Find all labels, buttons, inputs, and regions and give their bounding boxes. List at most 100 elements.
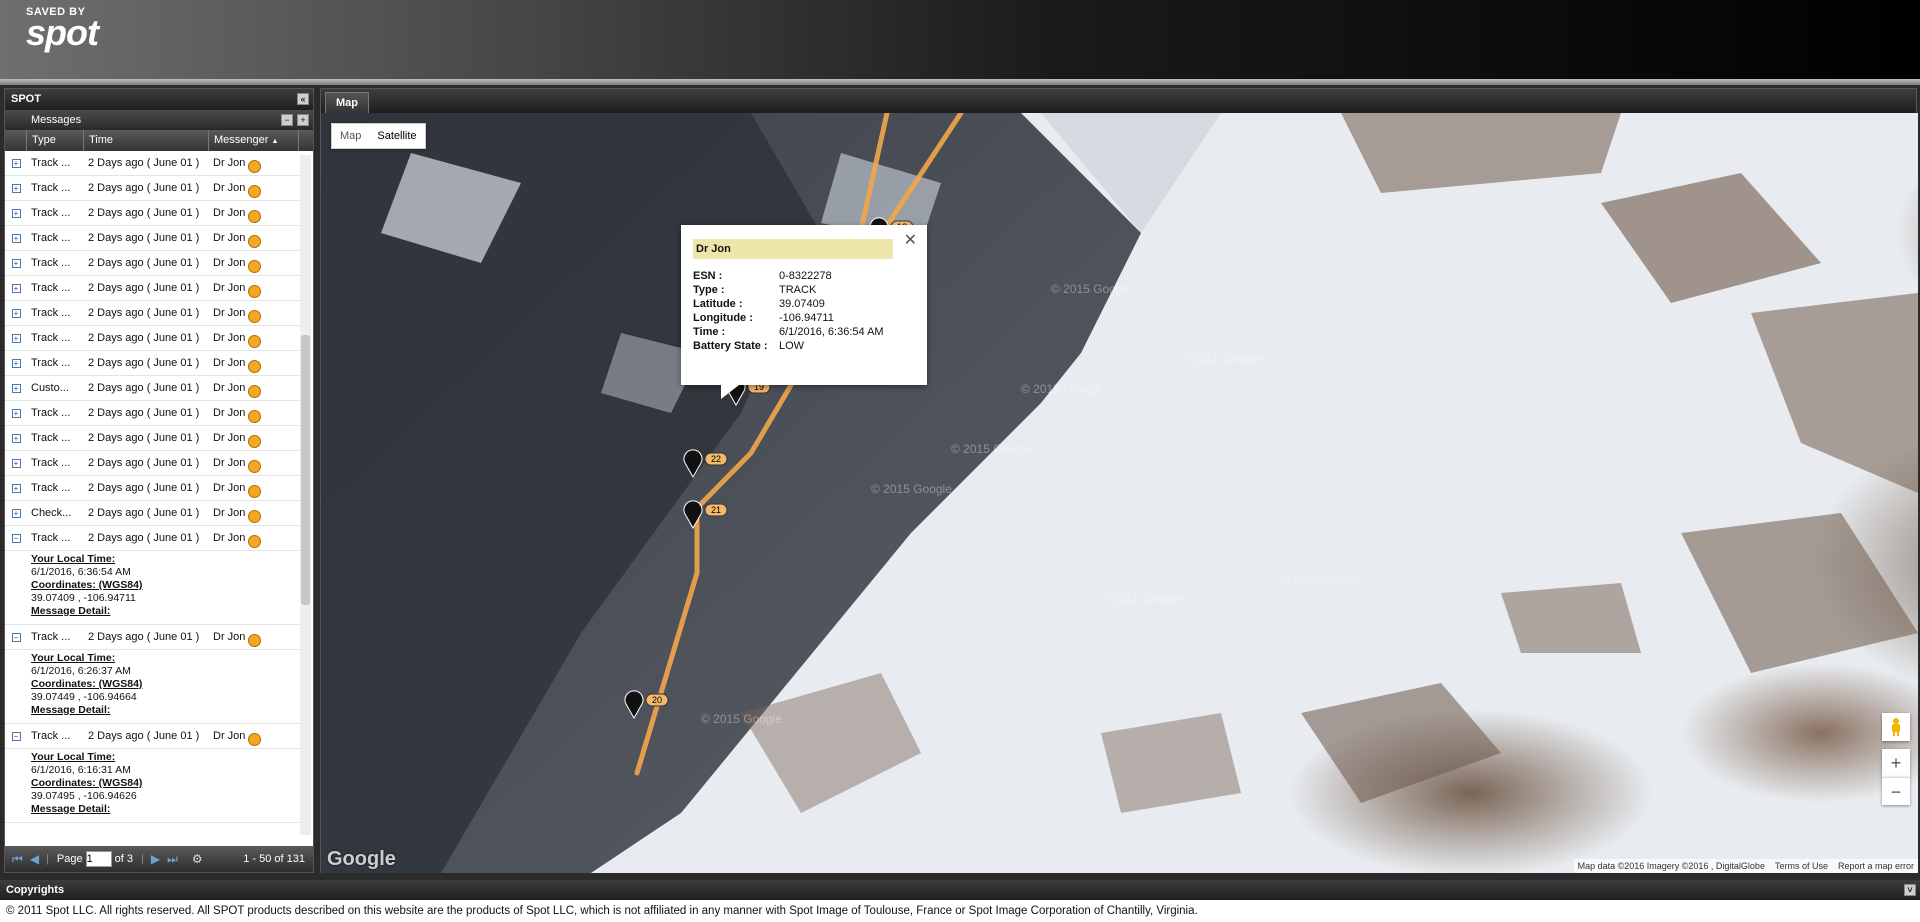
expand-row-icon[interactable]: + (11, 259, 21, 268)
satellite-map[interactable]: 18242319222120 © 2015 Google© 2015 Googl… (321, 113, 1918, 873)
messenger-status-icon (248, 259, 262, 273)
map-type-map-button[interactable]: Map (332, 124, 369, 148)
expand-row-icon[interactable]: + (11, 484, 21, 493)
expand-row-icon[interactable]: + (11, 434, 21, 443)
marker-label: 20 (652, 695, 662, 705)
collapse-row-icon[interactable]: − (11, 534, 21, 543)
message-type: Track ... (31, 407, 71, 419)
prev-page-icon[interactable]: ◀ (30, 852, 39, 866)
message-time: 2 Days ago ( June 01 ) (88, 307, 200, 319)
expand-row-icon[interactable]: + (11, 334, 21, 343)
street-view-pegman-icon[interactable] (1882, 713, 1910, 741)
info-field-value: 39.07409 (779, 298, 825, 310)
message-row[interactable]: + Track ... 2 Days ago ( June 01 ) Dr Jo… (5, 251, 301, 276)
zoom-out-button[interactable]: − (1882, 777, 1910, 805)
message-row[interactable]: + Track ... 2 Days ago ( June 01 ) Dr Jo… (5, 176, 301, 201)
map-data-credit: Map data ©2016 Imagery ©2016 , DigitalGl… (1577, 861, 1765, 871)
expand-row-icon[interactable]: + (11, 359, 21, 368)
first-page-icon[interactable]: ⏮ (12, 852, 23, 867)
collapse-panel-icon[interactable]: « (297, 93, 309, 105)
info-field-list: ESN : 0-8322278 Type : TRACK Latitude : … (693, 269, 915, 353)
scrollbar-thumb[interactable] (301, 335, 310, 605)
expand-row-icon[interactable]: + (11, 409, 21, 418)
expand-row-icon[interactable]: + (11, 509, 21, 518)
map-type-satellite-button[interactable]: Satellite (369, 124, 424, 148)
message-row[interactable]: + Check... 2 Days ago ( June 01 ) Dr Jon (5, 501, 301, 526)
zoom-in-button[interactable]: + (1882, 749, 1910, 777)
local-time-label: Your Local Time: (31, 553, 116, 565)
message-time: 2 Days ago ( June 01 ) (88, 457, 200, 469)
map-watermark: © 2015 Google (1281, 572, 1362, 586)
last-page-icon[interactable]: ⏭ (167, 852, 178, 867)
coordinates-value: 39.07409 , -106.94711 (31, 592, 136, 604)
refresh-icon[interactable]: ⚙ (192, 852, 203, 866)
messages-panel: SPOT « Messages − + Type Time Messenger … (4, 88, 314, 873)
message-row[interactable]: + Track ... 2 Days ago ( June 01 ) Dr Jo… (5, 226, 301, 251)
message-messenger: Dr Jon (209, 279, 262, 298)
message-row[interactable]: − Track ... 2 Days ago ( June 01 ) Dr Jo… (5, 526, 301, 551)
report-map-error-link[interactable]: Report a map error (1838, 861, 1914, 871)
expand-row-icon[interactable]: + (11, 209, 21, 218)
expand-row-icon[interactable]: + (11, 234, 21, 243)
messenger-status-icon (248, 209, 262, 223)
local-time-value: 6/1/2016, 6:26:37 AM (31, 665, 131, 677)
message-row[interactable]: − Track ... 2 Days ago ( June 01 ) Dr Jo… (5, 625, 301, 650)
expand-row-icon[interactable]: + (11, 309, 21, 318)
collapse-row-icon[interactable]: − (11, 633, 21, 642)
message-row[interactable]: + Track ... 2 Days ago ( June 01 ) Dr Jo… (5, 276, 301, 301)
collapse-footer-icon[interactable]: ˅ (1904, 884, 1916, 896)
expand-all-icon[interactable]: + (297, 114, 309, 126)
expand-row-icon[interactable]: + (11, 384, 21, 393)
expand-row-icon[interactable]: + (11, 284, 21, 293)
coordinates-value: 39.07495 , -106.94626 (31, 790, 137, 802)
tab-map[interactable]: Map (325, 92, 369, 113)
message-row[interactable]: + Track ... 2 Days ago ( June 01 ) Dr Jo… (5, 351, 301, 376)
messenger-name: Dr Jon (213, 532, 246, 544)
message-row[interactable]: − Track ... 2 Days ago ( June 01 ) Dr Jo… (5, 724, 301, 749)
messenger-name: Dr Jon (213, 257, 246, 269)
message-messenger: Dr Jon (209, 304, 262, 323)
message-row[interactable]: + Track ... 2 Days ago ( June 01 ) Dr Jo… (5, 426, 301, 451)
message-type: Track ... (31, 730, 71, 742)
marker-info-window: ✕ Dr Jon ESN : 0-8322278 Type : TRACK La… (681, 225, 927, 399)
message-time: 2 Days ago ( June 01 ) (88, 482, 200, 494)
messenger-status-icon (248, 309, 262, 323)
message-row[interactable]: + Track ... 2 Days ago ( June 01 ) Dr Jo… (5, 401, 301, 426)
record-range: 1 - 50 of 131 (243, 853, 305, 865)
message-messenger: Dr Jon (209, 204, 262, 223)
column-time[interactable]: Time (84, 130, 209, 151)
info-field-key: Latitude : (693, 298, 743, 310)
message-row[interactable]: + Track ... 2 Days ago ( June 01 ) Dr Jo… (5, 201, 301, 226)
message-time: 2 Days ago ( June 01 ) (88, 407, 200, 419)
message-type: Track ... (31, 532, 71, 544)
info-field-key: Time : (693, 326, 726, 338)
message-list[interactable]: + Track ... 2 Days ago ( June 01 ) Dr Jo… (5, 151, 301, 836)
collapse-all-icon[interactable]: − (281, 114, 293, 126)
terms-of-use-link[interactable]: Terms of Use (1775, 861, 1828, 871)
message-time: 2 Days ago ( June 01 ) (88, 631, 200, 643)
message-row[interactable]: + Custo... 2 Days ago ( June 01 ) Dr Jon (5, 376, 301, 401)
info-field: Type : TRACK (693, 283, 915, 297)
column-type[interactable]: Type (27, 130, 84, 151)
message-row[interactable]: + Track ... 2 Days ago ( June 01 ) Dr Jo… (5, 151, 301, 176)
collapse-row-icon[interactable]: − (11, 732, 21, 741)
info-field-value: -106.94711 (779, 312, 834, 324)
page-number-input[interactable] (85, 851, 112, 867)
spot-logo[interactable]: SAVED BY spot (26, 6, 99, 51)
message-time: 2 Days ago ( June 01 ) (88, 532, 200, 544)
expand-row-icon[interactable]: + (11, 184, 21, 193)
local-time-label: Your Local Time: (31, 652, 116, 664)
message-row[interactable]: + Track ... 2 Days ago ( June 01 ) Dr Jo… (5, 326, 301, 351)
expand-row-icon[interactable]: + (11, 459, 21, 468)
message-type: Track ... (31, 157, 71, 169)
message-row[interactable]: + Track ... 2 Days ago ( June 01 ) Dr Jo… (5, 451, 301, 476)
messenger-status-icon (248, 159, 262, 173)
message-row[interactable]: + Track ... 2 Days ago ( June 01 ) Dr Jo… (5, 476, 301, 501)
expand-row-icon[interactable]: + (11, 159, 21, 168)
message-list-scrollbar[interactable] (300, 155, 311, 835)
close-icon[interactable]: ✕ (904, 230, 917, 250)
next-page-icon[interactable]: ▶ (151, 852, 160, 866)
info-field: Latitude : 39.07409 (693, 297, 915, 311)
message-row[interactable]: + Track ... 2 Days ago ( June 01 ) Dr Jo… (5, 301, 301, 326)
column-messenger[interactable]: Messenger ▲ (209, 130, 299, 151)
